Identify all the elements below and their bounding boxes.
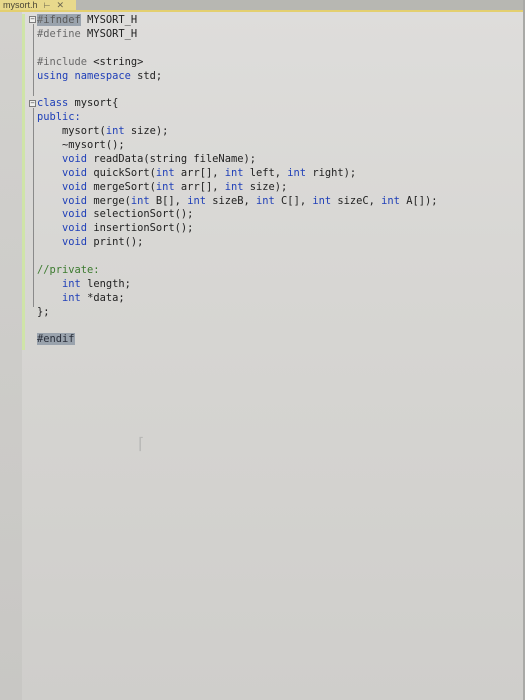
outline-line-class xyxy=(33,108,34,307)
code-line-9: mysort(int size); xyxy=(37,125,169,138)
code-line-16: void insertionSort(); xyxy=(62,222,194,235)
code-line-1: #ifndef MYSORT_H xyxy=(37,14,138,26)
code-line-4: #include <string> xyxy=(37,55,144,68)
editor-gutter xyxy=(0,12,22,700)
code-line-14: void merge(int B[], int sizeB, int C[], … xyxy=(62,194,438,207)
fold-toggle-class-icon[interactable]: − xyxy=(29,100,36,107)
tab-strip: mysort.h ⊢ ✕ xyxy=(0,0,525,10)
code-line-7: class mysort{ xyxy=(37,97,119,110)
code-editor[interactable]: − − #ifndef MYSORT_H #define MYSORT_H #in… xyxy=(0,12,525,700)
code-line-13: void mergeSort(int arr[], int size); xyxy=(62,180,288,193)
code-line-2: #define MYSORT_H xyxy=(37,27,138,40)
code-line-11: void readData(string fileName); xyxy=(62,152,256,165)
code-line-19: //private: xyxy=(37,264,100,277)
code-line-8: public: xyxy=(37,111,81,124)
code-line-12: void quickSort(int arr[], int left, int … xyxy=(62,166,357,179)
tab-label: mysort.h xyxy=(3,0,38,10)
code-line-17: void print(); xyxy=(62,236,144,249)
pin-icon[interactable]: ⊢ xyxy=(44,1,51,10)
close-icon[interactable]: ✕ xyxy=(56,0,64,11)
outline-line-ifndef xyxy=(33,24,34,96)
change-tracking-bar xyxy=(22,14,25,350)
code-line-22: }; xyxy=(37,305,50,318)
editor-screen: mysort.h ⊢ ✕ − − #ifndef MYSORT_H #define… xyxy=(0,0,525,700)
code-token-guard: MYSORT_H xyxy=(87,14,138,26)
code-line-10: ~mysort(); xyxy=(37,139,125,152)
code-line-24: #endif xyxy=(37,333,75,346)
code-text[interactable]: #ifndef MYSORT_H #define MYSORT_H #includ… xyxy=(37,14,438,347)
code-line-21: int *data; xyxy=(62,291,125,304)
tab-mysort-h[interactable]: mysort.h ⊢ ✕ xyxy=(0,0,76,10)
code-line-20: int length; xyxy=(62,277,131,290)
code-line-5: using namespace std; xyxy=(37,69,163,82)
fold-toggle-ifndef-icon[interactable]: − xyxy=(29,16,36,23)
code-line-15: void selectionSort(); xyxy=(62,208,194,221)
mouse-cursor-icon: ⌈ xyxy=(138,434,145,453)
